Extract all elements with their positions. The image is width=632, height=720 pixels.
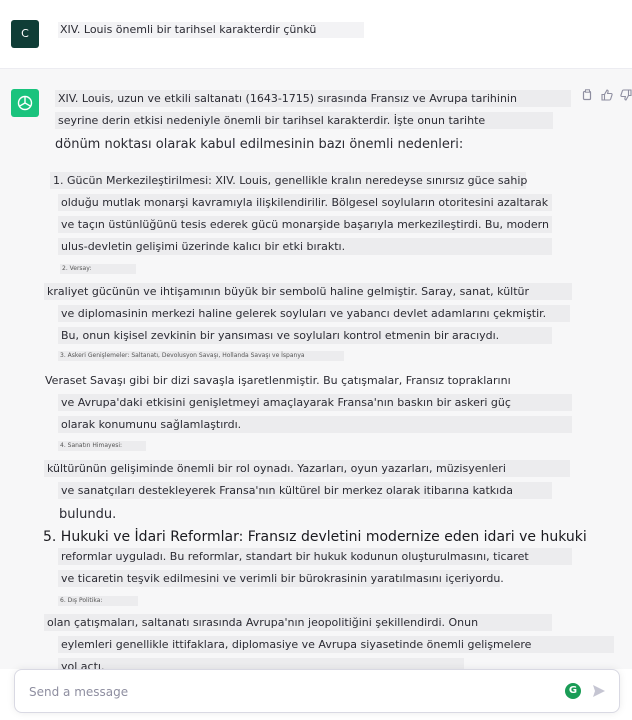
response-line: 3. Askeri Genişlemeler: Saltanatı, Devol…: [58, 351, 344, 361]
response-line: Bu, onun kişisel zevkinin bir yansıması …: [58, 327, 552, 344]
response-line: 6. Dış Politika:: [58, 596, 138, 606]
openai-logo-icon: [17, 95, 33, 111]
response-line: seyrine derin etkisi nedeniyle önemli bi…: [55, 112, 553, 129]
grammarly-icon[interactable]: G: [565, 683, 581, 699]
copy-icon[interactable]: [582, 89, 593, 104]
response-line: 4. Sanatın Himayesi:: [58, 441, 146, 451]
message-actions: [582, 89, 632, 105]
response-line: olarak konumunu sağlamlaştırdı.: [58, 416, 572, 433]
response-line: ve Avrupa'daki etkisini genişletmeyi ama…: [58, 394, 572, 411]
response-line: 2. Versay:: [60, 264, 136, 274]
send-icon[interactable]: [591, 683, 607, 699]
response-line: ulus-devletin gelişimi üzerinde kalıcı b…: [58, 238, 552, 255]
response-line: olduğu mutlak monarşi kavramıyla ilişkil…: [58, 194, 552, 211]
message-composer: G: [14, 669, 620, 713]
response-line: kraliyet gücünün ve ihtişamının büyük bi…: [44, 283, 572, 300]
response-line: dönüm noktası olarak kabul edilmesinin b…: [52, 136, 463, 154]
user-message-text: XIV. Louis önemli bir tarihsel karakterd…: [58, 22, 364, 38]
response-line: XIV. Louis, uzun ve etkili saltanatı (16…: [55, 90, 571, 107]
response-heading-line: 5. Hukuki ve İdari Reformlar: Fransız de…: [40, 527, 587, 547]
response-line: bulundu.: [56, 506, 162, 524]
response-line: ve taçın üstünlüğünü tesis ederek gücü m…: [58, 216, 552, 233]
user-message-row: C XIV. Louis önemli bir tarihsel karakte…: [0, 0, 632, 69]
response-line: ve diplomasinin merkezi haline gelerek s…: [58, 305, 570, 322]
response-line: eylemleri genellikle ittifaklara, diplom…: [58, 636, 614, 653]
response-line: 1. Gücün Merkezileştirilmesi: XIV. Louis…: [50, 172, 527, 189]
user-avatar: C: [11, 20, 39, 48]
message-input[interactable]: [27, 682, 551, 702]
response-line: reformlar uyguladı. Bu reformlar, standa…: [58, 548, 572, 565]
thumbs-up-icon[interactable]: [601, 89, 613, 104]
response-line: kültürünün gelişiminde önemli bir rol oy…: [44, 460, 570, 477]
response-line: ve ticaretin teşvik edilmesini ve veriml…: [58, 570, 504, 587]
thumbs-down-icon[interactable]: [620, 89, 632, 104]
response-line: Veraset Savaşı gibi bir dizi savaşla işa…: [42, 372, 536, 389]
assistant-avatar: [11, 89, 39, 117]
response-line: olan çatışmaları, saltanatı sırasında Av…: [44, 614, 552, 631]
response-line: ve sanatçıları destekleyerek Fransa'nın …: [58, 482, 552, 499]
